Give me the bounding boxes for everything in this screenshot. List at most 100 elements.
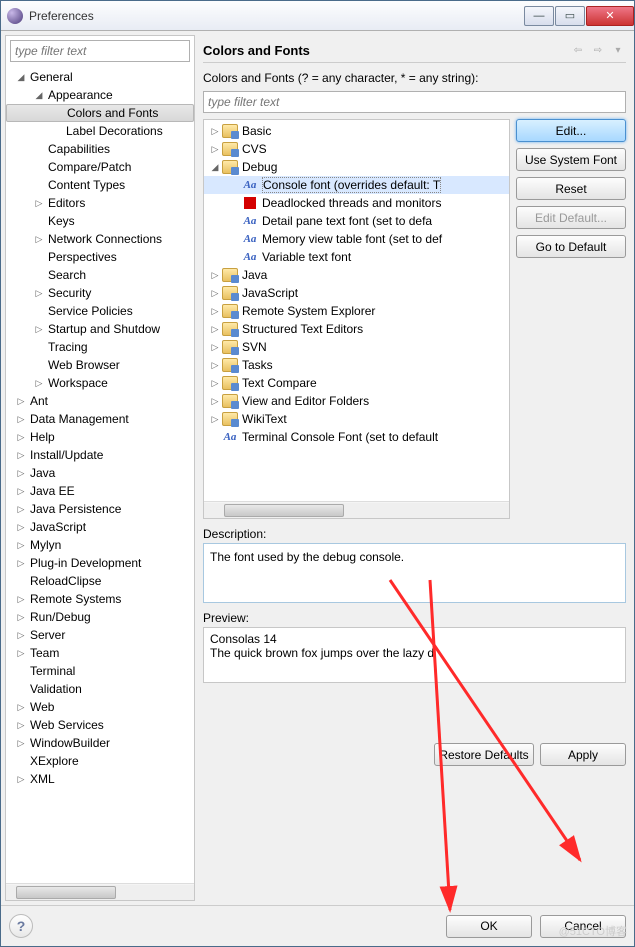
reset-button[interactable]: Reset <box>516 177 626 200</box>
collapsed-icon[interactable]: ▷ <box>34 378 44 388</box>
collapsed-icon[interactable]: ▷ <box>16 648 26 658</box>
forward-arrow-icon[interactable]: ⇨ <box>590 43 606 59</box>
collapsed-icon[interactable]: ▷ <box>210 342 220 352</box>
category-item[interactable]: ▷Web <box>6 698 194 716</box>
category-item[interactable]: Tracing <box>6 338 194 356</box>
minimize-button[interactable]: — <box>524 6 554 26</box>
collapsed-icon[interactable]: ▷ <box>210 360 220 370</box>
category-item[interactable]: ▷Workspace <box>6 374 194 392</box>
collapsed-icon[interactable]: ▷ <box>16 522 26 532</box>
font-tree-item[interactable]: ▷View and Editor Folders <box>204 392 509 410</box>
font-tree-item[interactable]: ◢Debug <box>204 158 509 176</box>
category-item[interactable]: ▷XML <box>6 770 194 788</box>
collapsed-icon[interactable]: ▷ <box>210 270 220 280</box>
close-button[interactable]: ✕ <box>586 6 634 26</box>
collapsed-icon[interactable]: ▷ <box>34 198 44 208</box>
category-item[interactable]: ▷Mylyn <box>6 536 194 554</box>
category-item[interactable]: ▷Security <box>6 284 194 302</box>
font-tree-item[interactable]: ▷Basic <box>204 122 509 140</box>
font-tree-item[interactable]: AaMemory view table font (set to def <box>204 230 509 248</box>
category-tree[interactable]: ◢General◢AppearanceColors and FontsLabel… <box>6 66 194 883</box>
category-item[interactable]: Capabilities <box>6 140 194 158</box>
collapsed-icon[interactable]: ▷ <box>34 288 44 298</box>
font-tree-item[interactable]: AaVariable text font <box>204 248 509 266</box>
font-tree-item[interactable]: ▷Text Compare <box>204 374 509 392</box>
category-item[interactable]: ▷Run/Debug <box>6 608 194 626</box>
category-item[interactable]: Service Policies <box>6 302 194 320</box>
collapsed-icon[interactable]: ▷ <box>16 774 26 784</box>
category-filter-input[interactable] <box>10 40 190 62</box>
font-tree-item[interactable]: ▷Structured Text Editors <box>204 320 509 338</box>
collapsed-icon[interactable]: ▷ <box>16 504 26 514</box>
category-item[interactable]: Label Decorations <box>6 122 194 140</box>
font-filter-input[interactable] <box>203 91 626 113</box>
collapsed-icon[interactable]: ▷ <box>16 486 26 496</box>
collapsed-icon[interactable]: ▷ <box>210 126 220 136</box>
category-item[interactable]: Keys <box>6 212 194 230</box>
category-item[interactable]: ▷Remote Systems <box>6 590 194 608</box>
collapsed-icon[interactable]: ▷ <box>210 288 220 298</box>
expanded-icon[interactable]: ◢ <box>34 90 44 100</box>
category-item[interactable]: ▷WindowBuilder <box>6 734 194 752</box>
category-item[interactable]: Terminal <box>6 662 194 680</box>
maximize-button[interactable]: ▭ <box>555 6 585 26</box>
category-item[interactable]: ▷Network Connections <box>6 230 194 248</box>
font-tree-item[interactable]: ▷JavaScript <box>204 284 509 302</box>
category-item[interactable]: ▷Editors <box>6 194 194 212</box>
back-arrow-icon[interactable]: ⇦ <box>570 43 586 59</box>
collapsed-icon[interactable]: ▷ <box>16 612 26 622</box>
category-item[interactable]: ▷JavaScript <box>6 518 194 536</box>
font-tree-item[interactable]: ▷Remote System Explorer <box>204 302 509 320</box>
category-item[interactable]: Search <box>6 266 194 284</box>
category-item[interactable]: ▷Team <box>6 644 194 662</box>
font-tree-item[interactable]: ▷WikiText <box>204 410 509 428</box>
category-item[interactable]: ▷Help <box>6 428 194 446</box>
menu-arrow-icon[interactable]: ▾ <box>610 43 626 59</box>
category-item[interactable]: ▷Java <box>6 464 194 482</box>
collapsed-icon[interactable]: ▷ <box>34 234 44 244</box>
collapsed-icon[interactable]: ▷ <box>16 432 26 442</box>
category-item[interactable]: ◢Appearance <box>6 86 194 104</box>
category-item[interactable]: ▷Java EE <box>6 482 194 500</box>
category-item[interactable]: ▷Plug-in Development <box>6 554 194 572</box>
collapsed-icon[interactable]: ▷ <box>16 738 26 748</box>
font-tree-scrollbar[interactable] <box>204 501 509 518</box>
titlebar[interactable]: Preferences — ▭ ✕ <box>1 1 634 31</box>
category-item[interactable]: ▷Data Management <box>6 410 194 428</box>
category-item[interactable]: Perspectives <box>6 248 194 266</box>
font-tree[interactable]: ▷Basic▷CVS◢DebugAaConsole font (override… <box>204 120 509 501</box>
go-to-default-button[interactable]: Go to Default <box>516 235 626 258</box>
apply-button[interactable]: Apply <box>540 743 626 766</box>
category-item[interactable]: Web Browser <box>6 356 194 374</box>
font-tree-item[interactable]: ▷SVN <box>204 338 509 356</box>
restore-defaults-button[interactable]: Restore Defaults <box>434 743 534 766</box>
use-system-font-button[interactable]: Use System Font <box>516 148 626 171</box>
collapsed-icon[interactable]: ▷ <box>210 306 220 316</box>
category-item[interactable]: ▷Web Services <box>6 716 194 734</box>
category-item[interactable]: Content Types <box>6 176 194 194</box>
horizontal-scrollbar[interactable] <box>6 883 194 900</box>
font-tree-item[interactable]: ▷Tasks <box>204 356 509 374</box>
collapsed-icon[interactable]: ▷ <box>16 414 26 424</box>
category-item[interactable]: ▷Install/Update <box>6 446 194 464</box>
collapsed-icon[interactable]: ▷ <box>210 324 220 334</box>
category-item[interactable]: Colors and Fonts <box>6 104 194 122</box>
category-item[interactable]: ▷Startup and Shutdow <box>6 320 194 338</box>
category-item[interactable]: ReloadClipse <box>6 572 194 590</box>
category-item[interactable]: ◢General <box>6 68 194 86</box>
collapsed-icon[interactable]: ▷ <box>210 396 220 406</box>
collapsed-icon[interactable]: ▷ <box>16 396 26 406</box>
font-tree-item[interactable]: ▷CVS <box>204 140 509 158</box>
ok-button[interactable]: OK <box>446 915 532 938</box>
collapsed-icon[interactable]: ▷ <box>16 468 26 478</box>
collapsed-icon[interactable]: ▷ <box>16 450 26 460</box>
collapsed-icon[interactable]: ▷ <box>16 720 26 730</box>
category-item[interactable]: Compare/Patch <box>6 158 194 176</box>
category-item[interactable]: XExplore <box>6 752 194 770</box>
collapsed-icon[interactable]: ▷ <box>16 630 26 640</box>
font-tree-item[interactable]: Deadlocked threads and monitors <box>204 194 509 212</box>
font-tree-item[interactable]: ▷Java <box>204 266 509 284</box>
font-tree-item[interactable]: AaDetail pane text font (set to defa <box>204 212 509 230</box>
category-item[interactable]: ▷Server <box>6 626 194 644</box>
collapsed-icon[interactable]: ▷ <box>34 324 44 334</box>
